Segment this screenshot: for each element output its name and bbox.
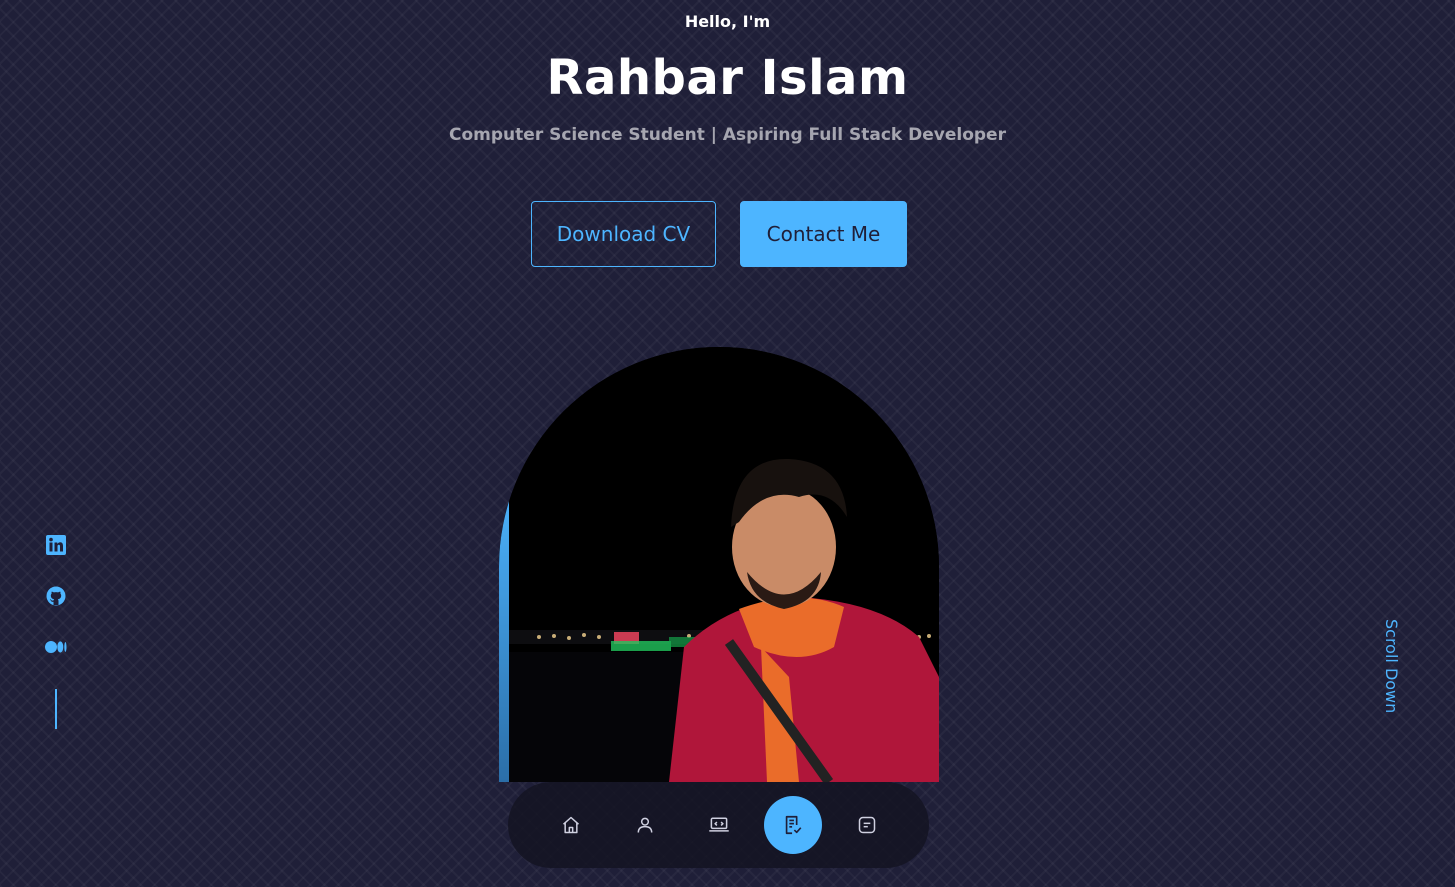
- nav-about[interactable]: [616, 796, 674, 854]
- nav-experience[interactable]: [690, 796, 748, 854]
- bottom-nav: [508, 782, 929, 868]
- greeting-text: Hello, I'm: [684, 12, 771, 31]
- laptop-code-icon: [708, 817, 729, 832]
- medium-icon[interactable]: [44, 635, 68, 659]
- nav-home[interactable]: [542, 796, 600, 854]
- photo-accent-bar: [499, 477, 509, 782]
- nav-resume[interactable]: [763, 796, 822, 854]
- scroll-down-link[interactable]: Scroll Down: [1371, 615, 1401, 717]
- linkedin-icon[interactable]: [44, 533, 68, 557]
- hero-name: Rahbar Islam: [546, 50, 909, 106]
- nav-contact[interactable]: [838, 796, 896, 854]
- github-icon[interactable]: [44, 584, 68, 608]
- download-cv-button[interactable]: Download CV: [531, 201, 716, 267]
- user-icon: [637, 817, 652, 833]
- social-links: [44, 533, 68, 729]
- profile-photo: [499, 347, 939, 782]
- resume-check-icon: [785, 815, 801, 835]
- message-icon: [858, 816, 875, 834]
- social-divider-line: [55, 689, 57, 729]
- contact-me-button[interactable]: Contact Me: [740, 201, 907, 267]
- hero-subtitle: Computer Science Student | Aspiring Full…: [449, 125, 1006, 145]
- home-icon: [562, 816, 579, 834]
- cta-group: Download CV Contact Me: [531, 201, 907, 267]
